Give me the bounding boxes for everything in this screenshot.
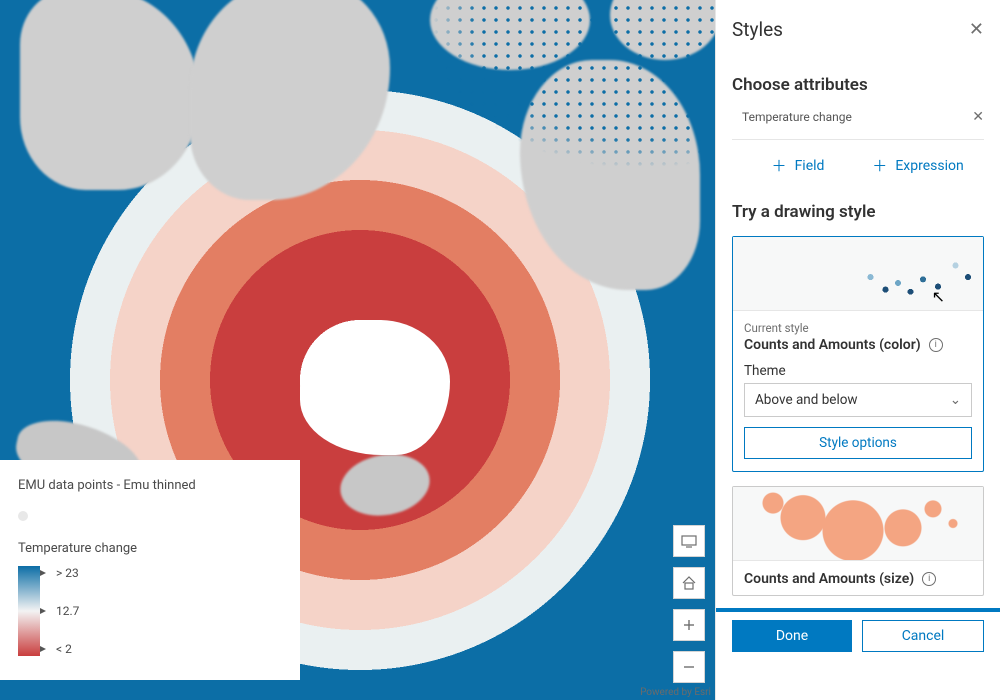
styles-panel: Styles ✕ Choose attributes Temperature c… [715,0,1000,700]
theme-value: Above and below [755,392,858,408]
minus-icon [681,659,697,675]
drawing-style-title: Try a drawing style [732,202,984,222]
plus-icon: ＋ [872,159,887,174]
legend-attribute: Temperature change [18,541,284,556]
fullscreen-button[interactable] [673,525,705,557]
style-thumb-size [733,487,983,561]
attribute-label: Temperature change [742,110,852,124]
plus-icon [681,617,697,633]
theme-label: Theme [744,363,972,379]
info-icon[interactable]: i [922,572,936,586]
antarctica [300,320,450,455]
attribute-chip[interactable]: Temperature change ✕ [732,109,984,140]
zoom-out-button[interactable] [673,651,705,683]
style-thumb-color: ↖ [733,237,983,311]
info-icon[interactable]: i [929,338,943,352]
panel-title: Styles [732,18,783,41]
chevron-down-icon: ⌄ [950,392,961,408]
add-field-label: Field [795,158,825,174]
add-expression-label: Expression [895,158,963,174]
close-icon[interactable]: ✕ [969,19,984,40]
legend-sample-dot [18,511,28,521]
legend-panel: EMU data points - Emu thinned Temperatur… [0,460,300,680]
cursor-icon: ↖ [932,287,945,306]
done-button[interactable]: Done [732,620,852,652]
landmass [335,448,434,523]
home-button[interactable] [673,567,705,599]
plus-icon: ＋ [772,159,787,174]
style-options-button[interactable]: Style options [744,427,972,459]
zoom-in-button[interactable] [673,609,705,641]
remove-attribute-icon[interactable]: ✕ [972,109,984,125]
add-field-button[interactable]: ＋ Field [738,158,858,174]
style-card-color[interactable]: ↖ Current style Counts and Amounts (colo… [732,236,984,472]
color-ramp-icon [18,566,46,656]
choose-attributes-title: Choose attributes [732,75,984,95]
divider [716,608,1000,612]
add-expression-button[interactable]: ＋ Expression [858,158,978,174]
cancel-button[interactable]: Cancel [862,620,984,652]
home-icon [681,575,697,591]
current-style-label: Current style [744,321,972,335]
legend-tick-low: < 2 [56,642,79,656]
legend-layer-title: EMU data points - Emu thinned [18,478,284,493]
style-name: Counts and Amounts (color) [744,337,921,353]
style-name: Counts and Amounts (size) [744,571,914,587]
screen-icon [681,533,697,549]
legend-tick-high: > 23 [56,566,79,580]
legend-tick-mid: 12.7 [56,604,79,618]
landmass [190,0,390,200]
attribution: Powered by Esri [640,687,711,698]
landmass [20,0,200,190]
style-card-size[interactable]: Counts and Amounts (size) i [732,486,984,596]
theme-select[interactable]: Above and below ⌄ [744,383,972,417]
point-density [430,0,715,170]
